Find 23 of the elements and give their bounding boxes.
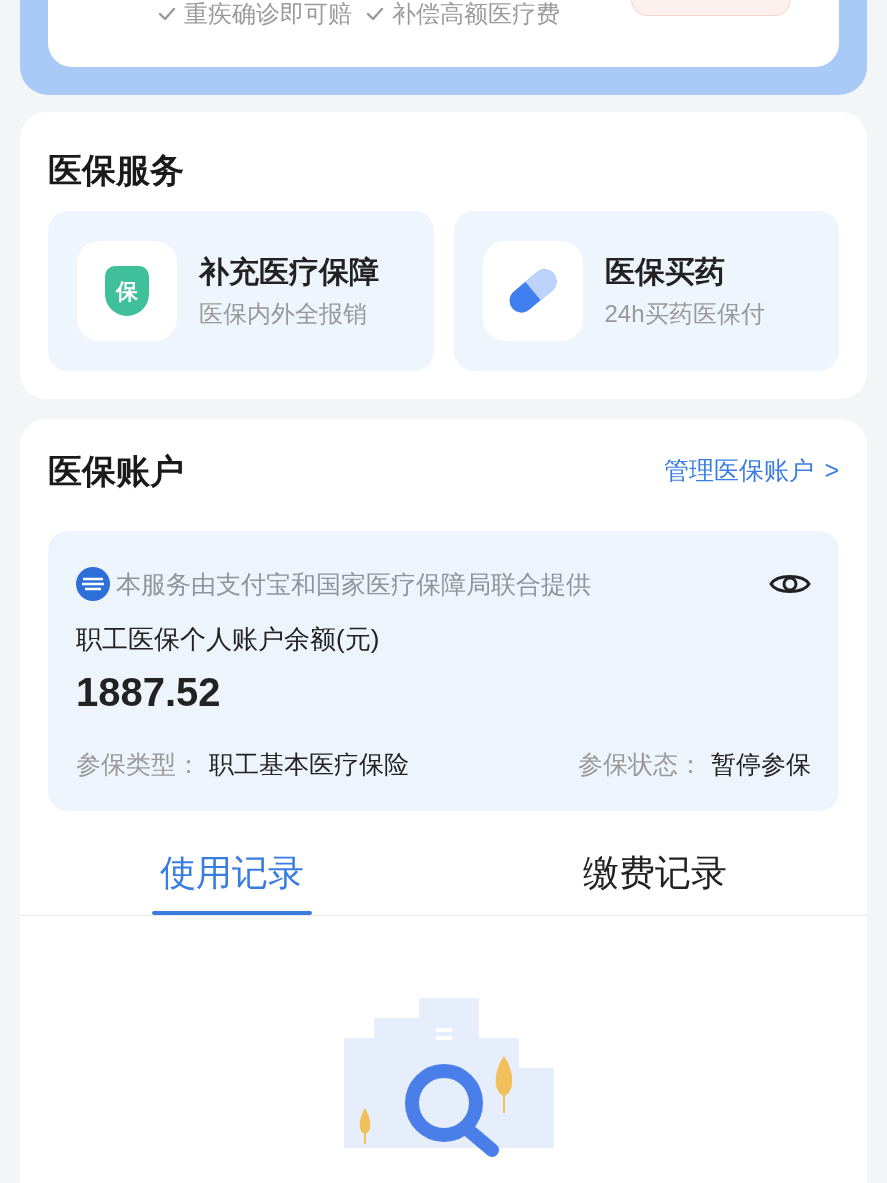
feature-text: 重疾确诊即可赔 <box>184 0 352 28</box>
field-value: 职工基本医疗保险 <box>209 749 409 779</box>
feature-text: 补偿高额医疗费 <box>392 0 560 28</box>
field-label: 参保类型： <box>76 749 201 779</box>
tab[interactable]: 缴费记录 <box>443 851 867 915</box>
service-tile[interactable]: 保 补充医疗保障 医保内外全报销 <box>48 211 434 371</box>
balance-label: 职工医保个人账户余额(元) <box>76 623 381 655</box>
service-title: 医保买药 <box>604 254 726 290</box>
section-title: 医保服务 <box>48 150 185 190</box>
section-title: 医保账户 <box>48 451 184 491</box>
field-value: 暂停参保 <box>711 749 811 779</box>
link-text: 管理医保账户 <box>664 455 815 487</box>
service-subtitle: 医保内外全报销 <box>199 300 368 328</box>
service-title: 补充医疗保障 <box>199 254 379 290</box>
balance-amount: 1887.52 <box>76 669 222 715</box>
chevron-icon: > <box>824 452 839 490</box>
field-label: 参保状态： <box>578 749 703 779</box>
provider-note: 本服务由支付宝和国家医疗保障局联合提供 <box>116 569 591 599</box>
tab[interactable]: 使用记录 <box>20 851 444 915</box>
shield-icon: 保 <box>105 266 149 316</box>
manage-account-link[interactable]: 管理医保账户 > <box>664 452 839 490</box>
service-tile[interactable]: 医保买药 24h买药医保付 <box>453 211 839 371</box>
service-subtitle: 24h买药医保付 <box>604 300 765 328</box>
